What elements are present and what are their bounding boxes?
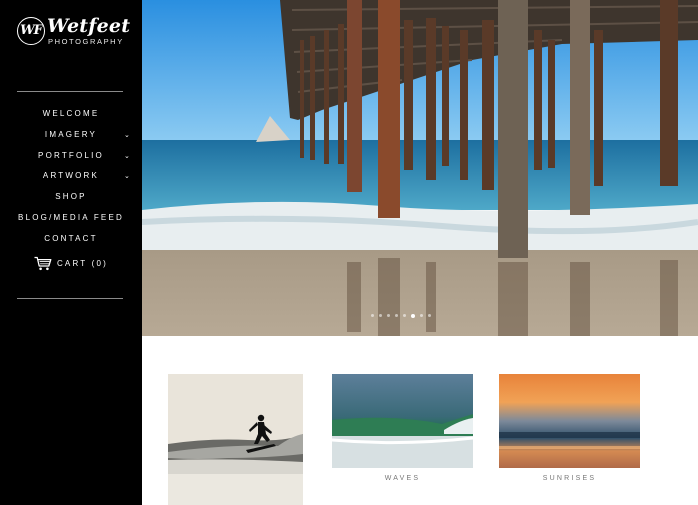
nav-item-welcome[interactable]: WELCOME (0, 105, 142, 126)
slideshow-dots (371, 313, 431, 319)
slide-dot[interactable] (420, 314, 423, 317)
nav-item-label: WELCOME (42, 109, 100, 118)
chevron-down-icon[interactable]: ⌄ (124, 147, 130, 165)
nav-item-contact[interactable]: CONTACT (0, 230, 142, 251)
brand-logo[interactable]: WF Wetfeet PHOTOGRAPHY (17, 15, 132, 49)
nav-item-label: IMAGERY (44, 129, 98, 139)
nav-divider-top (17, 91, 123, 92)
slide-dot[interactable] (395, 314, 398, 317)
gallery-grid: WAVES SUNRISES (142, 336, 698, 505)
slide-dot[interactable] (403, 314, 406, 317)
slide-dot[interactable] (387, 314, 390, 317)
nav-item-label: CONTACT (44, 233, 98, 243)
nav-item-shop[interactable]: SHOP (0, 188, 142, 209)
nav-divider-bottom (17, 298, 123, 299)
slide-dot[interactable] (428, 314, 431, 317)
gallery-item-waves[interactable]: WAVES (332, 374, 473, 482)
nav-item-label: SHOP (55, 192, 87, 202)
gallery-item-sunrises[interactable]: SUNRISES (499, 374, 640, 482)
chevron-down-icon[interactable]: ⌄ (124, 167, 130, 185)
shopping-cart-icon (34, 256, 52, 270)
nav-item-portfolio[interactable]: PORTFOLIO ⌄ (0, 147, 142, 168)
slide-dot[interactable] (371, 314, 374, 317)
gallery-item-surfer[interactable] (168, 374, 303, 505)
nav-item-label: ARTWORK (42, 171, 100, 181)
slide-dot[interactable] (379, 314, 382, 317)
hero-image (142, 0, 698, 336)
logo-mark: WF (17, 17, 45, 45)
gallery-label-sunrises[interactable]: SUNRISES (499, 475, 640, 482)
hero-slideshow[interactable] (142, 0, 698, 336)
sidebar: WF Wetfeet PHOTOGRAPHY WELCOME IMAGERY ⌄… (0, 0, 142, 505)
gallery-image (499, 374, 640, 468)
nav-item-label: BLOG/MEDIA FEED (18, 212, 124, 222)
gallery-label-waves[interactable]: WAVES (332, 475, 473, 482)
chevron-down-icon[interactable]: ⌄ (124, 126, 130, 144)
nav-item-blog-media-feed[interactable]: BLOG/MEDIA FEED (0, 209, 142, 230)
nav-item-imagery[interactable]: IMAGERY ⌄ (0, 126, 142, 147)
nav-item-label: PORTFOLIO (38, 150, 104, 160)
gallery-image (168, 374, 303, 505)
logo-wordmark: Wetfeet (47, 15, 131, 37)
slide-dot-active[interactable] (411, 313, 415, 318)
gallery-image (332, 374, 473, 468)
cart-link[interactable]: CART (0) (0, 254, 142, 272)
logo-subtitle: PHOTOGRAPHY (48, 37, 124, 46)
nav-item-artwork[interactable]: ARTWORK ⌄ (0, 167, 142, 188)
main-nav: WELCOME IMAGERY ⌄ PORTFOLIO ⌄ ARTWORK ⌄ … (0, 105, 142, 251)
cart-label: CART (0) (56, 258, 109, 268)
